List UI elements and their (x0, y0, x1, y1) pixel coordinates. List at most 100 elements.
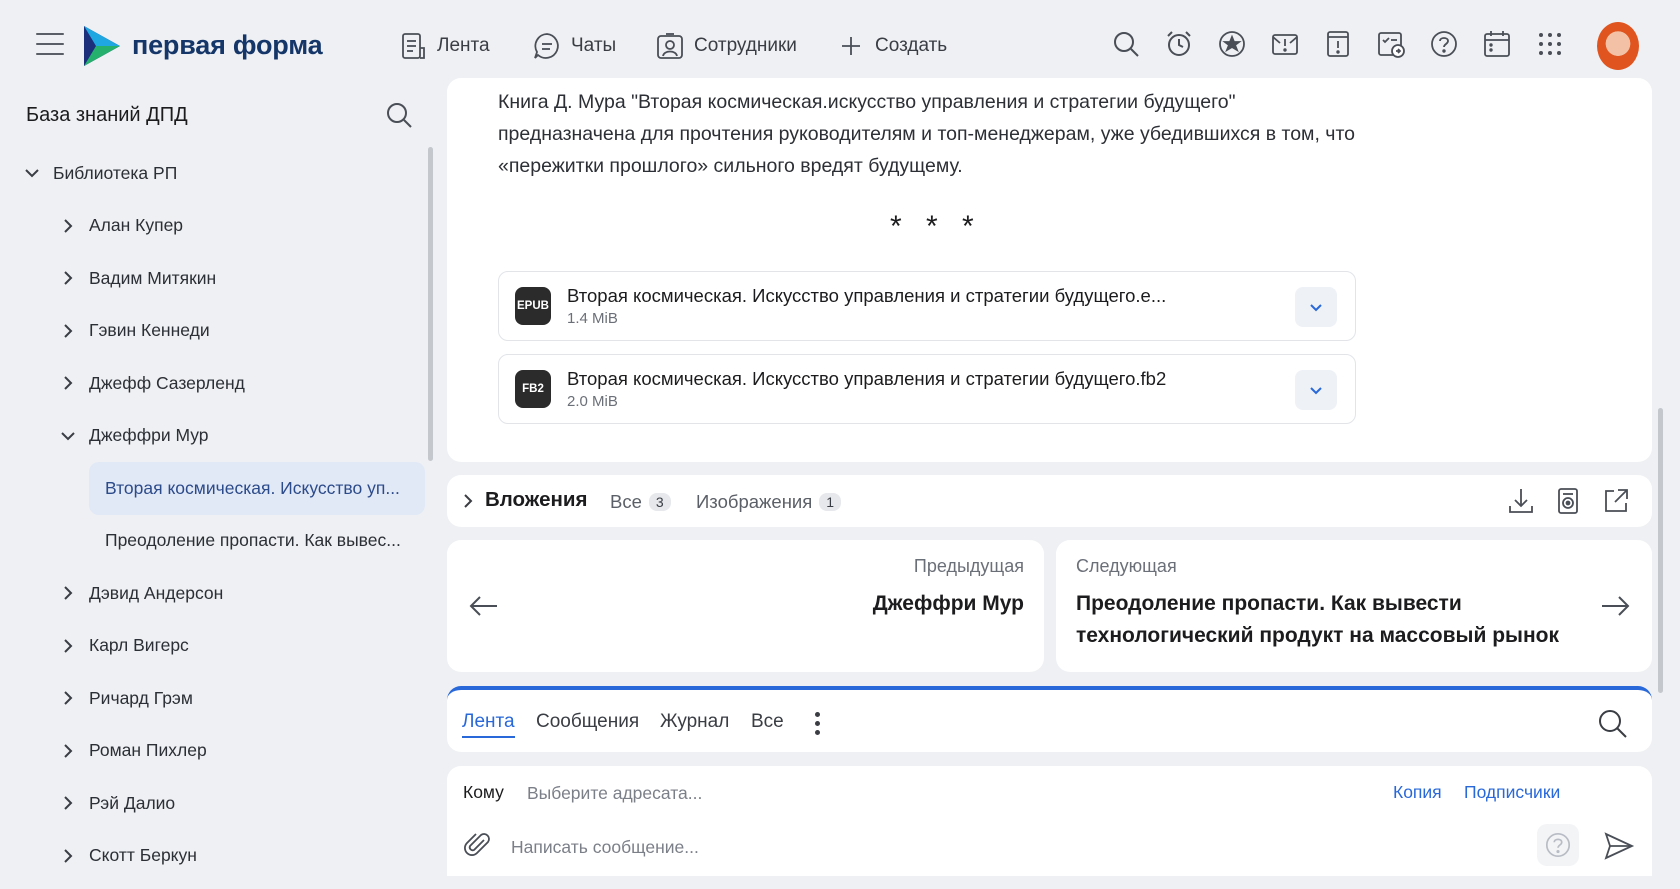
nav-chats[interactable]: Чаты (532, 28, 616, 64)
plus-icon (842, 37, 860, 55)
chevron-right-icon (64, 849, 73, 863)
tree: Библиотека РП Алан Купер Вадим Митякин Г… (0, 147, 425, 882)
send-icon[interactable] (1603, 830, 1635, 862)
alarm-clock-icon[interactable] (1163, 28, 1195, 60)
tree-item-label: Рэй Далио (89, 792, 176, 813)
attachments-title[interactable]: Вложения (485, 488, 587, 512)
tree-item-label: Преодоление пропасти. Как вывес... (105, 530, 401, 551)
to-label: Кому (463, 782, 504, 802)
mail-alert-icon[interactable] (1269, 28, 1301, 60)
count-badge: 3 (648, 493, 671, 511)
tree-item-label: Джефф Сазерленд (89, 372, 245, 393)
tree-item-scott-berkun[interactable]: Скотт Беркун (0, 830, 425, 883)
notice-icon[interactable] (1322, 28, 1354, 60)
help-icon (1545, 832, 1571, 858)
chevron-right-icon[interactable] (459, 492, 477, 510)
tree-item-label: Вадим Митякин (89, 267, 217, 288)
attachments-tab-images[interactable]: Изображения 1 (696, 491, 842, 513)
menu-icon[interactable] (36, 33, 64, 57)
tree-item-david-anderson[interactable]: Дэвид Андерсон (0, 567, 425, 620)
more-icon[interactable] (815, 712, 821, 736)
tree-item-roman-pichler[interactable]: Роман Пихлер (0, 725, 425, 778)
epub-file-icon: EPUB (515, 287, 551, 325)
next-title: Преодоление пропасти. Как вывести технол… (1076, 592, 1559, 647)
help-icon[interactable] (1428, 28, 1460, 60)
tab-journal[interactable]: Журнал (660, 711, 729, 733)
help-button[interactable] (1537, 824, 1579, 866)
file-menu-button[interactable] (1295, 287, 1337, 327)
tree-item-label: Джеффри Мур (89, 425, 209, 446)
tree-item-gavin-kennedy[interactable]: Гэвин Кеннеди (0, 305, 425, 358)
file-fb2[interactable]: FB2 Вторая космическая. Искусство управл… (498, 354, 1356, 424)
paperclip-icon[interactable] (463, 830, 493, 860)
message-input[interactable] (511, 832, 1451, 862)
arrow-right-icon (1602, 596, 1630, 616)
feed-tabs-bar: Лента Сообщения Журнал Все (447, 686, 1652, 752)
file-name: Вторая космическая. Искусство управления… (567, 368, 1167, 389)
sidebar-scrollbar[interactable] (428, 147, 433, 461)
feed-icon (402, 33, 425, 59)
chevron-right-icon (64, 691, 73, 705)
tree-item-label: Гэвин Кеннеди (89, 320, 210, 341)
nav-feed[interactable]: Лента (398, 28, 490, 64)
tree-item-jeff-sutherland[interactable]: Джефф Сазерленд (0, 357, 425, 410)
search-icon[interactable] (1595, 706, 1629, 740)
tree-item-alan-cooper[interactable]: Алан Купер (0, 200, 425, 253)
tree-item-karl-wiegers[interactable]: Карл Вигерс (0, 620, 425, 673)
tab-feed[interactable]: Лента (462, 711, 515, 738)
avatar[interactable] (1597, 22, 1639, 70)
apps-grid-icon[interactable] (1534, 28, 1566, 60)
tree-item-label: Библиотека РП (53, 162, 178, 183)
tab-messages[interactable]: Сообщения (536, 711, 639, 733)
chat-icon (534, 33, 559, 59)
prev-card[interactable]: Предыдущая Джеффри Мур (447, 540, 1044, 672)
recipient-input[interactable] (527, 778, 1387, 808)
nav-feed-label: Лента (437, 35, 490, 56)
preview-icon[interactable] (1553, 486, 1583, 516)
tree-item-label: Вторая космическая. Искусство уп... (105, 477, 400, 498)
file-menu-button[interactable] (1295, 370, 1337, 410)
tree-item-geoffrey-moore[interactable]: Джеффри Мур (0, 410, 425, 463)
tree-item-label: Карл Вигерс (89, 635, 189, 656)
tab-label: Изображения (696, 491, 813, 512)
attachments-tab-all[interactable]: Все 3 (610, 491, 671, 513)
search-icon[interactable] (384, 100, 414, 130)
tree-item-label: Дэвид Андерсон (89, 582, 224, 603)
tab-all[interactable]: Все (751, 711, 784, 733)
next-card[interactable]: Следующая Преодоление пропасти. Как выве… (1056, 540, 1652, 672)
nav-employees[interactable]: Сотрудники (655, 28, 797, 64)
subscribers-link[interactable]: Подписчики (1464, 782, 1560, 803)
tree-item-library[interactable]: Библиотека РП (0, 147, 425, 200)
chevron-right-icon (64, 744, 73, 758)
search-icon[interactable] (1110, 28, 1142, 60)
content-scrollbar[interactable] (1658, 408, 1663, 693)
tree-item-selected-book[interactable]: Вторая космическая. Искусство уп... (89, 462, 425, 515)
nav-chats-label: Чаты (571, 35, 617, 56)
chevron-down-icon (61, 432, 75, 441)
nav-create[interactable]: Создать (836, 28, 947, 64)
chevron-down-icon (25, 169, 39, 178)
open-external-icon[interactable] (1601, 486, 1631, 516)
tree-item-vadim-mityakin[interactable]: Вадим Митякин (0, 252, 425, 305)
tree-item-crossing-chasm[interactable]: Преодоление пропасти. Как вывес... (0, 515, 425, 568)
tree-item-label: Алан Купер (89, 215, 184, 236)
chevron-right-icon (64, 219, 73, 233)
download-icon[interactable] (1506, 486, 1536, 516)
tree-item-ray-dalio[interactable]: Рэй Далио (0, 777, 425, 830)
chevron-down-icon (1310, 387, 1322, 395)
top-icons (1110, 28, 1566, 60)
file-epub[interactable]: EPUB Вторая космическая. Искусство управ… (498, 271, 1356, 341)
next-label: Следующая (1076, 556, 1177, 576)
tasks-icon[interactable] (1375, 28, 1407, 60)
file-size: 1.4 MiB (567, 310, 618, 327)
chevron-right-icon (64, 586, 73, 600)
sidebar-title: База знаний ДПД (26, 104, 188, 126)
calendar-icon[interactable] (1481, 28, 1513, 60)
employees-icon (657, 33, 683, 59)
star-icon[interactable] (1216, 28, 1248, 60)
tree-item-richard-graham[interactable]: Ричард Грэм (0, 672, 425, 725)
copy-link[interactable]: Копия (1393, 782, 1442, 803)
chevron-right-icon (64, 271, 73, 285)
nav-create-label: Создать (875, 35, 948, 56)
brand-name: первая форма (132, 30, 323, 60)
